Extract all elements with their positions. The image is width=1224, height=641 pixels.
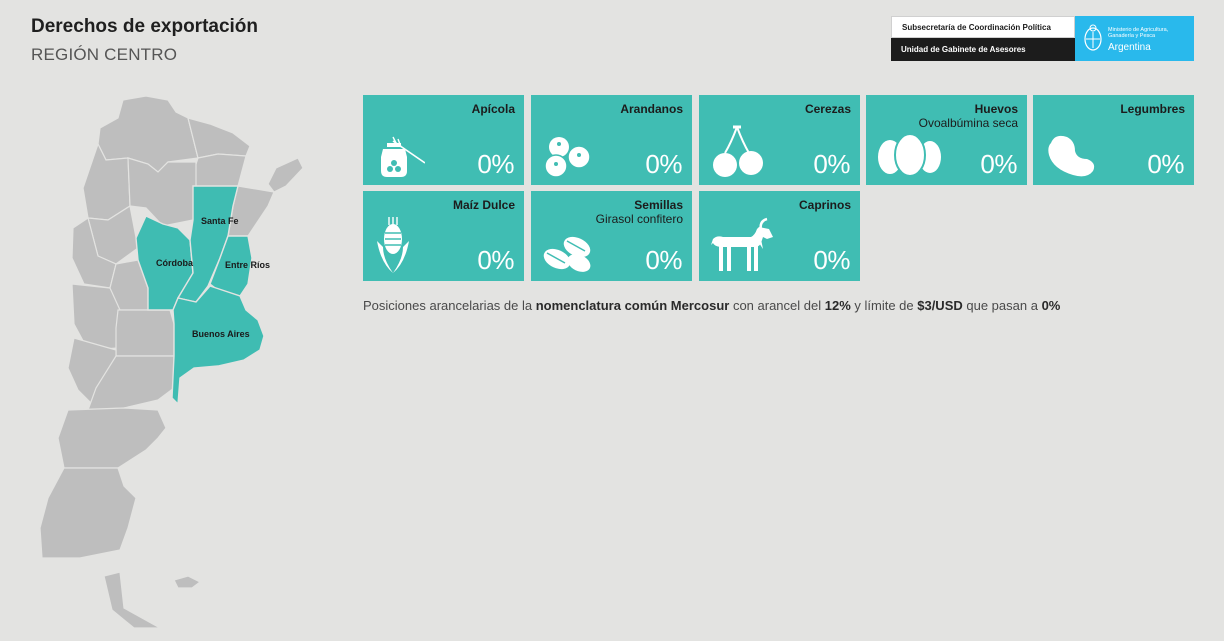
card-name: Huevos (974, 102, 1018, 116)
product-card-caprinos: Caprinos 0% (699, 191, 860, 281)
card-percentage: 0% (1147, 149, 1184, 179)
map-province-chaco (192, 153, 247, 189)
map-label-santa-fe: Santa Fe (201, 216, 239, 226)
bean-icon (1048, 135, 1095, 177)
page-subtitle: REGIÓN CENTRO (31, 45, 178, 64)
seeds-icon (543, 236, 591, 272)
logo-line-1: Subsecretaría de Coordinación Política (891, 16, 1075, 38)
note-text: Posiciones arancelarias de la (363, 298, 536, 313)
card-percentage: 0% (477, 149, 514, 179)
card-percentage: 0% (980, 149, 1017, 179)
product-card-cerezas: Cerezas 0% (699, 95, 860, 185)
national-seal-icon (1084, 24, 1102, 51)
country-name: Argentina (1108, 42, 1151, 53)
card-name: Caprinos (798, 198, 851, 212)
product-card-semillas: Semillas Girasol confitero 0% (531, 191, 692, 281)
logo-line-2: Unidad de Gabinete de Asesores (891, 38, 1075, 61)
card-name: Cerezas (804, 102, 851, 116)
map-label-cordoba: Córdoba (156, 258, 193, 268)
card-name: Maíz Dulce (452, 198, 515, 212)
note-bold-nomenclature: nomenclatura común Mercosur (535, 298, 730, 313)
cherries-icon (713, 125, 763, 177)
ministry-logo: Ministerio de Agricultura, Ganadería y P… (1075, 16, 1194, 61)
map-province-misiones (267, 157, 304, 193)
map-label-entre-rios: Entre Ríos (225, 260, 271, 270)
card-name: Legumbres (1120, 102, 1185, 116)
product-card-apicola: Apícola 0% (363, 95, 524, 185)
map-province-buenos-aires (171, 285, 265, 406)
page-title: Derechos de exportación (31, 16, 259, 37)
product-card-arandanos: Arandanos 0% (531, 95, 692, 185)
ministry-line-2: Ganadería y Pesca (1108, 33, 1156, 39)
corn-icon (377, 217, 409, 273)
map-province-santa-cruz (39, 467, 137, 559)
map-islands (173, 575, 202, 589)
map-province-formosa (187, 117, 251, 159)
product-card-maiz-dulce: Maíz Dulce 0% (363, 191, 524, 281)
card-name: Semillas (634, 198, 683, 212)
card-percentage: 0% (813, 245, 850, 275)
eggs-icon (878, 133, 941, 177)
card-percentage: 0% (645, 149, 682, 179)
note-text: con arancel del (729, 298, 825, 313)
honey-jar-icon (381, 136, 425, 177)
map-province-santiago (127, 157, 197, 227)
institution-logo: Subsecretaría de Coordinación Política U… (891, 16, 1194, 61)
card-subtitle: Girasol confitero (595, 212, 683, 226)
map-province-tierra-del-fuego (103, 571, 163, 629)
note-text: que pasan a (962, 298, 1042, 313)
card-percentage: 0% (813, 149, 850, 179)
tariff-note: Posiciones arancelarias de la nomenclatu… (363, 298, 1060, 313)
note-text: y límite de (850, 298, 918, 313)
argentina-map (39, 95, 304, 629)
blueberries-icon (544, 137, 591, 177)
card-name: Arandanos (620, 102, 683, 116)
card-name: Apícola (471, 102, 515, 116)
card-percentage: 0% (645, 245, 682, 275)
note-bold-limit: $3/USD (917, 298, 963, 313)
goat-icon (711, 217, 773, 271)
logo-left-block: Subsecretaría de Coordinación Política U… (891, 16, 1075, 61)
note-bold-tariff: 12% (824, 298, 851, 313)
note-bold-new-rate: 0% (1041, 298, 1061, 313)
card-subtitle: Ovoalbúmina seca (918, 116, 1018, 130)
product-card-huevos: Huevos Ovoalbúmina seca 0% (866, 95, 1027, 185)
map-province-la-pampa (115, 309, 175, 357)
map-province-chubut (57, 407, 167, 469)
product-card-legumbres: Legumbres 0% (1033, 95, 1194, 185)
map-label-buenos-aires: Buenos Aires (192, 329, 250, 339)
card-percentage: 0% (477, 245, 514, 275)
